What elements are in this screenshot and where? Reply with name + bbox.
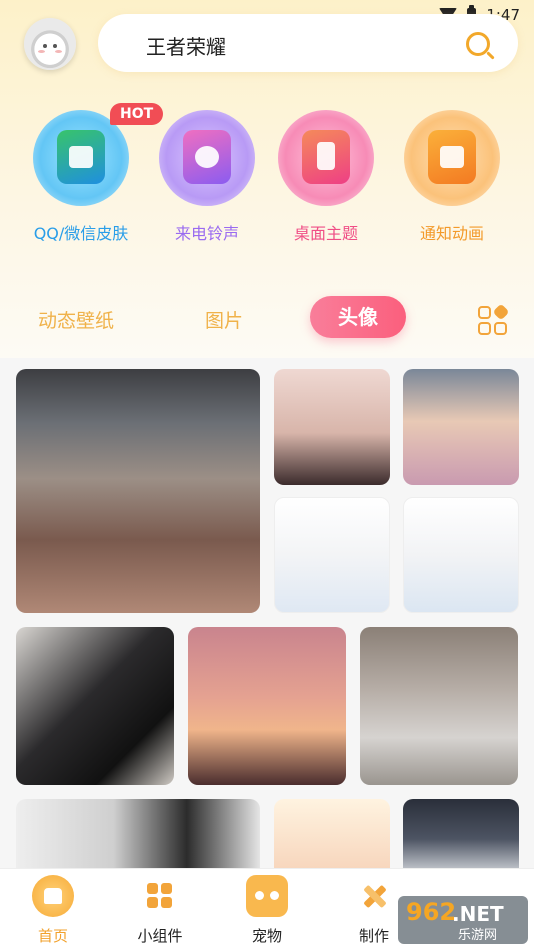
content-tabs: 动态壁纸 图片 头像 — [0, 290, 534, 350]
avatar-eye-left — [43, 44, 47, 48]
nav-label: 首页 — [37, 927, 68, 945]
avatar-image[interactable] — [274, 369, 390, 485]
video-icon — [404, 110, 500, 206]
avatar-grid — [0, 358, 534, 868]
avatar-image[interactable] — [188, 627, 346, 785]
category-card — [302, 130, 350, 184]
pet-icon — [246, 875, 288, 917]
grid-diamond — [492, 303, 510, 321]
avatar-image[interactable] — [16, 369, 260, 613]
category-desktop-theme[interactable]: 桌面主题 — [266, 110, 386, 244]
search-icon[interactable] — [466, 32, 490, 56]
pet-eye — [255, 891, 264, 900]
avatar-eye-right — [53, 44, 57, 48]
watermark-suffix: .NET — [452, 902, 504, 926]
watermark-sub: 乐游网 — [458, 928, 498, 943]
category-label: 通知动画 — [419, 224, 484, 243]
tab-images[interactable]: 图片 — [205, 306, 243, 333]
avatar-image[interactable] — [274, 799, 390, 868]
avatar-image[interactable] — [274, 497, 390, 613]
nav-pet[interactable]: 宠物 — [227, 869, 307, 946]
search-bar[interactable]: 王者荣耀 — [98, 14, 518, 72]
user-avatar[interactable] — [24, 18, 76, 70]
widgets-icon — [145, 881, 175, 911]
grid-square — [494, 322, 507, 335]
tab-avatar[interactable]: 头像 — [310, 296, 406, 338]
nav-widgets[interactable]: 小组件 — [120, 869, 200, 946]
avatar-cheek-right — [55, 50, 62, 53]
widget-square — [161, 897, 172, 908]
category-label: QQ/微信皮肤 — [33, 224, 129, 243]
fan-icon — [159, 110, 255, 206]
avatar-image[interactable] — [403, 369, 519, 485]
avatar-cheek-left — [38, 50, 45, 53]
create-icon — [359, 881, 389, 911]
category-card — [428, 130, 476, 184]
hot-badge: HOT — [110, 103, 164, 125]
search-input[interactable]: 王者荣耀 — [146, 31, 226, 60]
category-label: 桌面主题 — [293, 224, 358, 243]
category-card — [183, 130, 231, 184]
category-label: 来电铃声 — [174, 224, 239, 243]
avatar-image[interactable] — [403, 497, 519, 613]
category-qq-wechat-skin[interactable]: QQ/微信皮肤 — [21, 110, 141, 244]
site-watermark: 962 .NET 乐游网 — [398, 896, 528, 944]
phone-shape — [317, 142, 335, 170]
widget-square — [147, 883, 158, 894]
play-shape — [440, 146, 464, 168]
grid-square — [478, 306, 491, 319]
nav-label: 宠物 — [251, 927, 282, 945]
category-card — [57, 130, 105, 184]
pet-eye — [270, 891, 279, 900]
avatar-image[interactable] — [16, 627, 174, 785]
grid-menu-icon[interactable] — [476, 303, 510, 338]
widget-square — [147, 897, 158, 908]
avatar-image[interactable] — [403, 799, 519, 868]
category-ringtone[interactable]: 来电铃声 — [147, 110, 267, 244]
nav-label: 小组件 — [137, 927, 183, 945]
home-shape — [44, 888, 62, 904]
phone-icon — [278, 110, 374, 206]
nav-home[interactable]: 首页 — [13, 869, 93, 946]
watermark-brand: 962 — [406, 898, 457, 926]
avatar-image[interactable] — [360, 627, 518, 785]
grid-square — [478, 322, 491, 335]
shirt-shape — [69, 146, 93, 168]
fan-shape — [195, 146, 219, 168]
home-icon — [32, 875, 74, 917]
avatar-image[interactable] — [16, 799, 260, 868]
tab-live-wallpaper[interactable]: 动态壁纸 — [38, 306, 114, 333]
widget-square — [161, 883, 172, 894]
category-notification-animation[interactable]: 通知动画 — [392, 110, 512, 244]
